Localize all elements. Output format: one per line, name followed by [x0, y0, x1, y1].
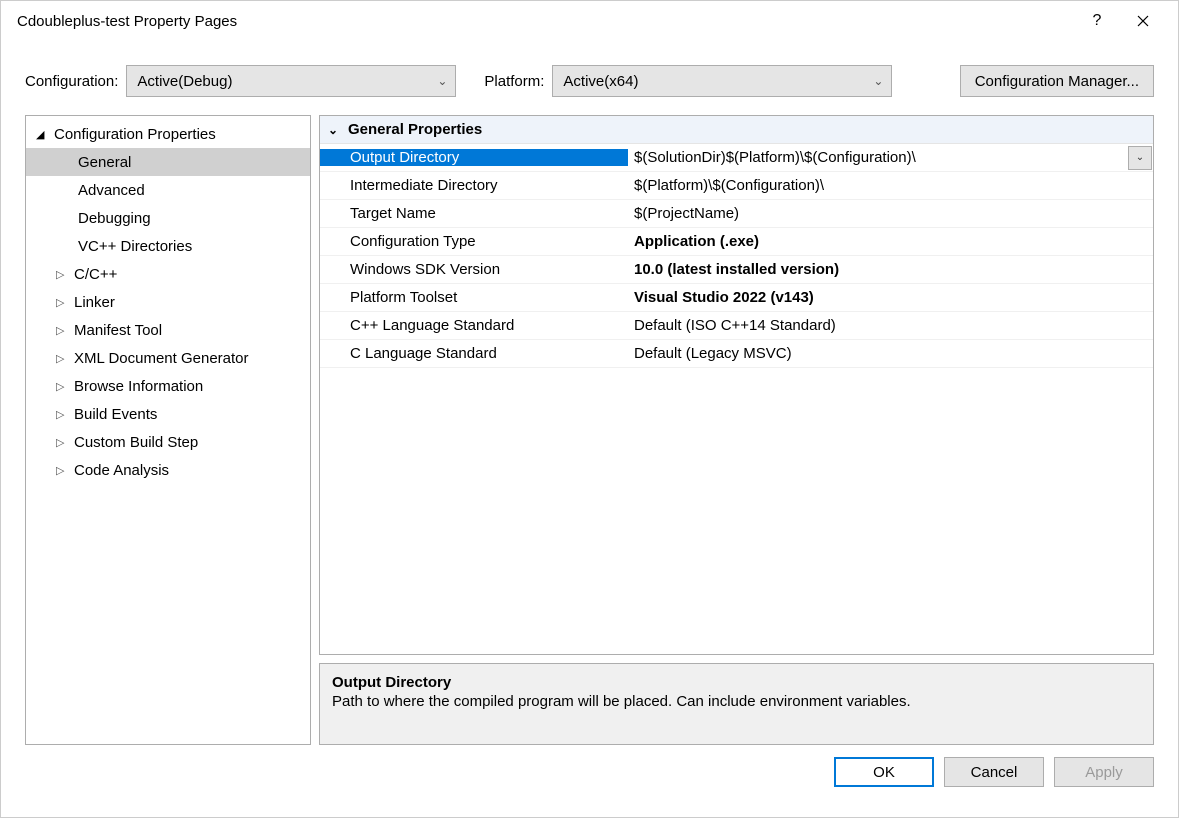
property-row[interactable]: Platform ToolsetVisual Studio 2022 (v143…: [320, 284, 1153, 312]
expand-icon: ▷: [56, 324, 70, 337]
configuration-value: Active(Debug): [137, 73, 232, 90]
close-icon: [1137, 15, 1149, 27]
property-key: Windows SDK Version: [320, 261, 628, 278]
expand-icon: ▷: [56, 436, 70, 449]
description-title: Output Directory: [332, 674, 1141, 691]
dropdown-button[interactable]: ⌄: [1128, 146, 1152, 170]
tree-item[interactable]: ▷ Linker: [26, 288, 310, 316]
platform-combo[interactable]: Active(x64) ⌄: [552, 65, 892, 97]
tree-item-label: Linker: [74, 294, 115, 311]
property-value[interactable]: $(ProjectName): [628, 205, 1153, 222]
tree-item[interactable]: ▷ Build Events: [26, 400, 310, 428]
expand-icon: ▷: [56, 268, 70, 281]
property-value[interactable]: 10.0 (latest installed version): [628, 261, 1153, 278]
collapse-icon: ◢: [36, 128, 50, 141]
tree-item-label: Browse Information: [74, 378, 203, 395]
tree-item[interactable]: VC++ Directories: [26, 232, 310, 260]
right-column: ⌄ General Properties Output Directory$(S…: [319, 115, 1154, 745]
property-row[interactable]: C++ Language StandardDefault (ISO C++14 …: [320, 312, 1153, 340]
tree-item[interactable]: ▷ Manifest Tool: [26, 316, 310, 344]
property-value[interactable]: $(Platform)\$(Configuration)\: [628, 177, 1153, 194]
tree-item-label: Custom Build Step: [74, 434, 198, 451]
property-row[interactable]: Target Name$(ProjectName): [320, 200, 1153, 228]
chevron-down-icon: ⌄: [328, 123, 348, 137]
expand-icon: ▷: [56, 408, 70, 421]
property-key: C++ Language Standard: [320, 317, 628, 334]
property-key: Output Directory: [320, 149, 628, 166]
property-key: Intermediate Directory: [320, 177, 628, 194]
tree-item-label: Manifest Tool: [74, 322, 162, 339]
expand-icon: ▷: [56, 464, 70, 477]
property-key: Configuration Type: [320, 233, 628, 250]
platform-label: Platform:: [484, 73, 544, 90]
property-key: Platform Toolset: [320, 289, 628, 306]
tree-item[interactable]: ▷ XML Document Generator: [26, 344, 310, 372]
properties-grid: ⌄ General Properties Output Directory$(S…: [319, 115, 1154, 655]
help-button[interactable]: ?: [1074, 5, 1120, 37]
tree-panel[interactable]: ◢ Configuration Properties GeneralAdvanc…: [25, 115, 311, 745]
cancel-button[interactable]: Cancel: [944, 757, 1044, 787]
tree-item-label: Build Events: [74, 406, 157, 423]
configuration-combo[interactable]: Active(Debug) ⌄: [126, 65, 456, 97]
property-value[interactable]: Visual Studio 2022 (v143): [628, 289, 1153, 306]
tree-root[interactable]: ◢ Configuration Properties: [26, 120, 310, 148]
properties-header-label: General Properties: [348, 121, 482, 138]
tree-item[interactable]: Debugging: [26, 204, 310, 232]
tree-item-label: XML Document Generator: [74, 350, 249, 367]
property-key: Target Name: [320, 205, 628, 222]
expand-icon: ▷: [56, 380, 70, 393]
chevron-down-icon: ⌄: [1136, 152, 1144, 163]
tree-item[interactable]: Advanced: [26, 176, 310, 204]
config-row: Configuration: Active(Debug) ⌄ Platform:…: [1, 41, 1178, 109]
tree-item[interactable]: ▷ Code Analysis: [26, 456, 310, 484]
property-row[interactable]: Intermediate Directory$(Platform)\$(Conf…: [320, 172, 1153, 200]
configuration-label: Configuration:: [25, 73, 118, 90]
expand-icon: ▷: [56, 296, 70, 309]
chevron-down-icon: ⌄: [437, 74, 447, 88]
ok-button[interactable]: OK: [834, 757, 934, 787]
tree-root-label: Configuration Properties: [54, 126, 216, 143]
tree-item[interactable]: General: [26, 148, 310, 176]
properties-header[interactable]: ⌄ General Properties: [320, 116, 1153, 144]
close-button[interactable]: [1120, 5, 1166, 37]
property-value[interactable]: $(SolutionDir)$(Platform)\$(Configuratio…: [628, 149, 1128, 166]
property-row[interactable]: Configuration TypeApplication (.exe): [320, 228, 1153, 256]
description-panel: Output Directory Path to where the compi…: [319, 663, 1154, 745]
property-row[interactable]: Output Directory$(SolutionDir)$(Platform…: [320, 144, 1153, 172]
description-text: Path to where the compiled program will …: [332, 693, 1141, 710]
chevron-down-icon: ⌄: [873, 74, 883, 88]
window-title: Cdoubleplus-test Property Pages: [13, 13, 1074, 30]
expand-icon: ▷: [56, 352, 70, 365]
dialog-buttons: OK Cancel Apply: [1, 745, 1178, 799]
tree-item[interactable]: ▷ C/C++: [26, 260, 310, 288]
property-key: C Language Standard: [320, 345, 628, 362]
titlebar: Cdoubleplus-test Property Pages ?: [1, 1, 1178, 41]
configuration-manager-button[interactable]: Configuration Manager...: [960, 65, 1154, 97]
property-row[interactable]: Windows SDK Version10.0 (latest installe…: [320, 256, 1153, 284]
apply-button[interactable]: Apply: [1054, 757, 1154, 787]
tree-item[interactable]: ▷ Browse Information: [26, 372, 310, 400]
tree-item-label: C/C++: [74, 266, 117, 283]
property-value[interactable]: Default (ISO C++14 Standard): [628, 317, 1153, 334]
property-value[interactable]: Application (.exe): [628, 233, 1153, 250]
platform-value: Active(x64): [563, 73, 638, 90]
content-area: ◢ Configuration Properties GeneralAdvanc…: [1, 109, 1178, 745]
property-row[interactable]: C Language StandardDefault (Legacy MSVC): [320, 340, 1153, 368]
tree-item-label: Code Analysis: [74, 462, 169, 479]
tree-item[interactable]: ▷ Custom Build Step: [26, 428, 310, 456]
property-value[interactable]: Default (Legacy MSVC): [628, 345, 1153, 362]
